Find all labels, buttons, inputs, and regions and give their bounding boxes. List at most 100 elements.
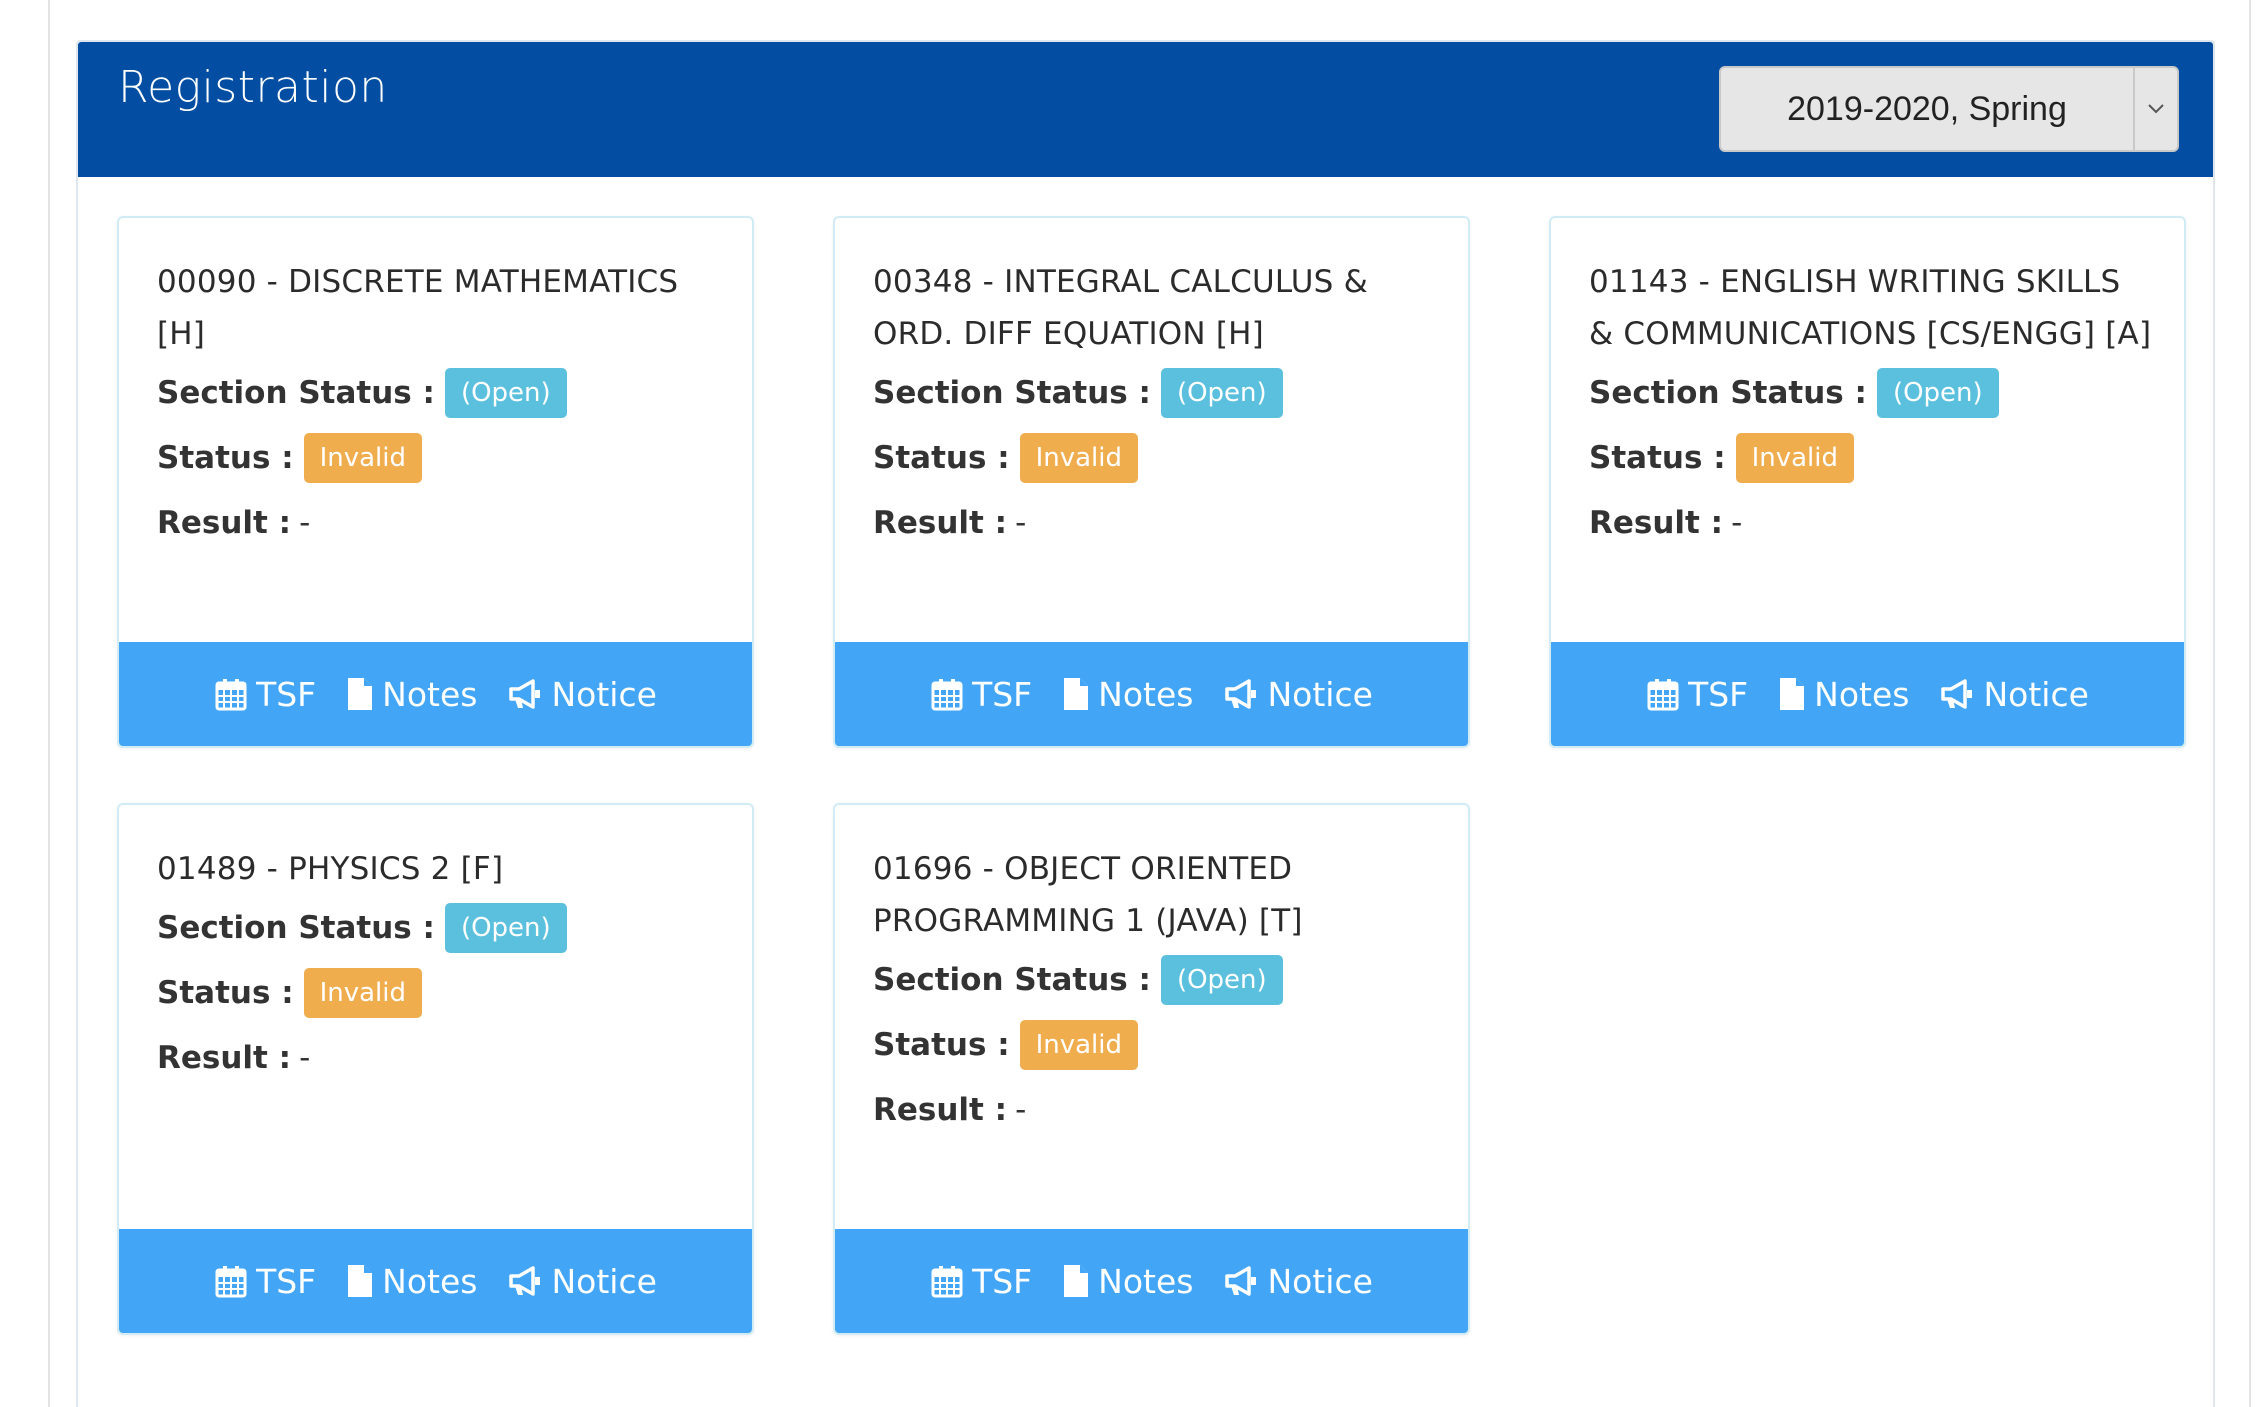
notice-button[interactable]: Notice — [1223, 1261, 1373, 1301]
bullhorn-icon — [1941, 679, 1973, 709]
file-icon — [1780, 678, 1805, 710]
section-status-label: Section Status : — [157, 374, 435, 411]
bullhorn-icon — [1225, 1266, 1257, 1296]
result-label: Result : — [873, 1091, 1008, 1128]
page-border-right — [2249, 0, 2251, 1407]
notice-button[interactable]: Notice — [507, 674, 657, 714]
result-value: - — [1015, 504, 1027, 541]
section-status-badge: (Open) — [1160, 367, 1283, 418]
file-icon — [348, 678, 373, 710]
section-status-row: Section Status : (Open) — [1589, 360, 2154, 425]
notes-label: Notes — [382, 1261, 478, 1301]
status-row: Status : Invalid — [157, 960, 722, 1025]
status-row: Status : Invalid — [1589, 425, 2154, 490]
notes-label: Notes — [1098, 674, 1194, 714]
semester-select-value: 2019-2020, Spring — [1787, 90, 2067, 128]
notice-label: Notice — [1267, 674, 1373, 714]
card-footer: TSF Notes Notice — [119, 642, 752, 746]
course-card-body: 00090 - DISCRETE MATHEMATICS [H] Section… — [157, 256, 722, 555]
status-badge: Invalid — [1735, 432, 1855, 483]
section-status-badge: (Open) — [1160, 954, 1283, 1005]
status-label: Status : — [157, 974, 294, 1011]
course-card-body: 00348 - INTEGRAL CALCULUS & ORD. DIFF EQ… — [873, 256, 1438, 555]
course-title: 01696 - OBJECT ORIENTED PROGRAMMING 1 (J… — [873, 851, 1303, 939]
course-card-body: 01489 - PHYSICS 2 [F] Section Status : (… — [157, 843, 722, 1090]
notice-button[interactable]: Notice — [1223, 674, 1373, 714]
course-card: 01489 - PHYSICS 2 [F] Section Status : (… — [117, 803, 754, 1335]
tsf-button[interactable]: TSF — [930, 675, 1032, 714]
course-card-body: 01696 - OBJECT ORIENTED PROGRAMMING 1 (J… — [873, 843, 1438, 1142]
tsf-label: TSF — [972, 674, 1033, 714]
bullhorn-icon — [509, 679, 541, 709]
course-card-body: 01143 - ENGLISH WRITING SKILLS & COMMUNI… — [1589, 256, 2154, 555]
status-badge: Invalid — [303, 967, 423, 1018]
notes-button[interactable]: Notes — [346, 675, 477, 714]
notes-button[interactable]: Notes — [1062, 675, 1193, 714]
status-badge: Invalid — [1019, 432, 1139, 483]
notice-button[interactable]: Notice — [507, 1261, 657, 1301]
bullhorn-icon — [1225, 679, 1257, 709]
notice-label: Notice — [551, 674, 657, 714]
section-status-row: Section Status : (Open) — [873, 360, 1438, 425]
tsf-label: TSF — [256, 1261, 317, 1301]
result-value: - — [1731, 504, 1743, 541]
notes-button[interactable]: Notes — [1062, 1262, 1193, 1301]
section-status-row: Section Status : (Open) — [873, 947, 1438, 1012]
status-row: Status : Invalid — [157, 425, 722, 490]
calendar-icon — [215, 1266, 247, 1298]
course-card: 01696 - OBJECT ORIENTED PROGRAMMING 1 (J… — [833, 803, 1470, 1335]
page-border-left — [48, 0, 50, 1407]
status-badge: Invalid — [303, 432, 423, 483]
calendar-icon — [215, 679, 247, 711]
notes-label: Notes — [1814, 674, 1910, 714]
calendar-icon — [1647, 679, 1679, 711]
file-icon — [348, 1265, 373, 1297]
tsf-button[interactable]: TSF — [214, 675, 316, 714]
course-title: 01143 - ENGLISH WRITING SKILLS & COMMUNI… — [1589, 264, 2152, 352]
bullhorn-icon — [509, 1266, 541, 1296]
notes-label: Notes — [1098, 1261, 1194, 1301]
course-title: 00348 - INTEGRAL CALCULUS & ORD. DIFF EQ… — [873, 264, 1368, 352]
course-card: 00090 - DISCRETE MATHEMATICS [H] Section… — [117, 216, 754, 748]
status-label: Status : — [157, 439, 294, 476]
result-value: - — [299, 504, 311, 541]
result-row: Result : - — [157, 1025, 722, 1090]
course-card: 01143 - ENGLISH WRITING SKILLS & COMMUNI… — [1549, 216, 2186, 748]
notice-label: Notice — [551, 1261, 657, 1301]
notice-label: Notice — [1983, 674, 2089, 714]
tsf-label: TSF — [256, 674, 317, 714]
semester-select[interactable]: 2019-2020, Spring — [1719, 66, 2179, 152]
page-title: Registration — [118, 62, 388, 113]
notes-button[interactable]: Notes — [346, 1262, 477, 1301]
section-status-row: Section Status : (Open) — [157, 360, 722, 425]
tsf-button[interactable]: TSF — [1646, 675, 1748, 714]
section-status-label: Section Status : — [1589, 374, 1867, 411]
calendar-icon — [931, 1266, 963, 1298]
status-label: Status : — [873, 439, 1010, 476]
result-value: - — [1015, 1091, 1027, 1128]
result-label: Result : — [157, 504, 292, 541]
tsf-button[interactable]: TSF — [930, 1262, 1032, 1301]
result-row: Result : - — [873, 490, 1438, 555]
card-footer: TSF Notes Notice — [1551, 642, 2184, 746]
file-icon — [1064, 678, 1089, 710]
card-footer: TSF Notes Notice — [835, 1229, 1468, 1333]
course-title: 01489 - PHYSICS 2 [F] — [157, 851, 504, 887]
tsf-label: TSF — [972, 1261, 1033, 1301]
status-label: Status : — [1589, 439, 1726, 476]
result-label: Result : — [873, 504, 1008, 541]
section-status-badge: (Open) — [1876, 367, 1999, 418]
status-badge: Invalid — [1019, 1019, 1139, 1070]
notes-button[interactable]: Notes — [1778, 675, 1909, 714]
chevron-down-icon[interactable] — [2133, 68, 2177, 150]
tsf-button[interactable]: TSF — [214, 1262, 316, 1301]
result-label: Result : — [157, 1039, 292, 1076]
result-row: Result : - — [873, 1077, 1438, 1142]
notice-button[interactable]: Notice — [1939, 674, 2089, 714]
notice-label: Notice — [1267, 1261, 1373, 1301]
panel-header: Registration 2019-2020, Spring — [78, 42, 2213, 177]
course-card: 00348 - INTEGRAL CALCULUS & ORD. DIFF EQ… — [833, 216, 1470, 748]
result-label: Result : — [1589, 504, 1724, 541]
section-status-label: Section Status : — [873, 961, 1151, 998]
section-status-badge: (Open) — [444, 367, 567, 418]
